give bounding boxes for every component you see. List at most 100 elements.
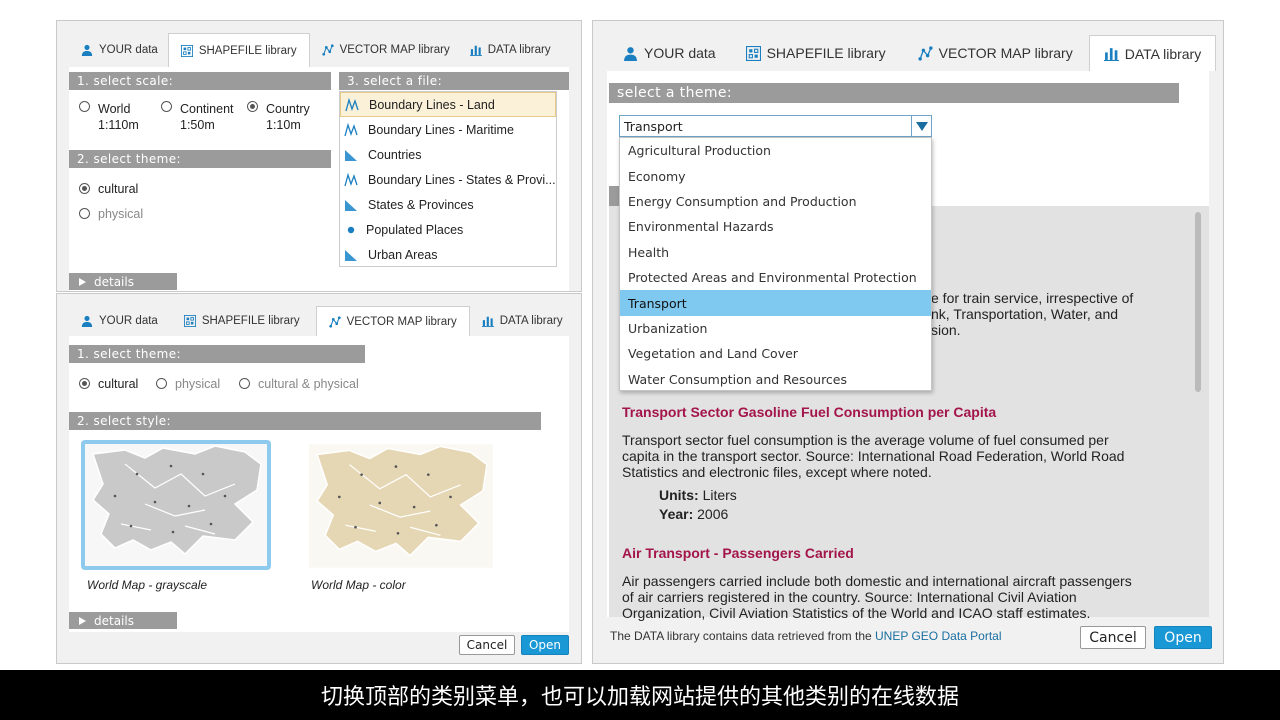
data-icon bbox=[1104, 46, 1119, 61]
unep-geo-link[interactable]: UNEP GEO Data Portal bbox=[875, 629, 1002, 643]
tab-shapefile-library[interactable]: SHAPEFILE library bbox=[168, 306, 316, 336]
dropdown-option[interactable]: Energy Consumption and Production bbox=[620, 189, 931, 214]
line-icon bbox=[344, 173, 358, 187]
file-item[interactable]: Boundary Lines - States & Provi... bbox=[340, 167, 556, 192]
tab-data-library[interactable]: DATA library bbox=[462, 33, 559, 67]
grayscale-map-caption: World Map - grayscale bbox=[87, 578, 208, 592]
tab-data-library[interactable]: DATA library bbox=[1088, 35, 1217, 71]
dropdown-option[interactable]: Agricultural Production bbox=[620, 138, 931, 163]
scale-country-radio[interactable] bbox=[247, 101, 258, 112]
item-title: Transport Sector Gasoline Fuel Consumpti… bbox=[622, 404, 997, 420]
theme-dropdown-list: Agricultural Production Economy Energy C… bbox=[619, 137, 932, 391]
data-library-panel: YOUR data SHAPEFILE library VECTOR MAP l… bbox=[592, 20, 1224, 664]
screen: YOUR data SHAPEFILE library VECTOR MAP l… bbox=[0, 0, 1280, 720]
item-units: Units: Liters bbox=[659, 487, 737, 503]
shapefile-icon bbox=[181, 45, 193, 57]
theme-header: 2. select theme: bbox=[69, 150, 331, 168]
file-item[interactable]: Boundary Lines - Maritime bbox=[340, 117, 556, 142]
file-header: 3. select a file: bbox=[339, 72, 569, 90]
dropdown-option[interactable]: Urbanization bbox=[620, 316, 931, 341]
theme-physical-option[interactable]: physical bbox=[79, 206, 143, 222]
polygon-icon bbox=[344, 198, 358, 212]
user-icon bbox=[81, 44, 93, 56]
tab-your-data[interactable]: YOUR data bbox=[619, 35, 730, 71]
theme-dropdown[interactable]: Transport bbox=[619, 115, 932, 137]
dropdown-option[interactable]: Health bbox=[620, 240, 931, 265]
shapefile-icon bbox=[746, 46, 761, 61]
tab-your-data[interactable]: YOUR data bbox=[77, 306, 168, 336]
vector-theme-cultural-radio[interactable] bbox=[79, 378, 90, 389]
dropdown-option[interactable]: Water Consumption and Resources bbox=[620, 367, 931, 392]
vector-icon bbox=[918, 46, 933, 61]
scrollbar[interactable] bbox=[1195, 212, 1201, 392]
details-toggle[interactable]: details bbox=[69, 612, 177, 629]
video-subtitle: 切换顶部的类别菜单，也可以加载网站提供的其他类别的在线数据 bbox=[0, 670, 1280, 720]
vector-theme-physical-option[interactable]: physical bbox=[156, 376, 220, 392]
file-item[interactable]: Urban Areas bbox=[340, 242, 556, 267]
point-icon bbox=[346, 225, 356, 235]
color-map-caption: World Map - color bbox=[311, 578, 406, 592]
theme-cultural-radio[interactable] bbox=[79, 183, 90, 194]
line-icon bbox=[345, 98, 359, 112]
color-map-image bbox=[309, 444, 493, 568]
tab-your-data[interactable]: YOUR data bbox=[77, 33, 168, 67]
dropdown-option[interactable]: Protected Areas and Environmental Protec… bbox=[620, 265, 931, 290]
vector-icon bbox=[322, 44, 334, 56]
dropdown-option[interactable]: Economy bbox=[620, 163, 931, 188]
shapefile-icon bbox=[184, 315, 196, 327]
user-icon bbox=[81, 315, 93, 327]
theme-cultural-option[interactable]: cultural bbox=[79, 181, 138, 197]
expand-triangle-icon bbox=[79, 616, 86, 625]
dropdown-option-selected[interactable]: Transport bbox=[620, 290, 931, 316]
user-icon bbox=[623, 46, 638, 61]
color-map-thumbnail[interactable] bbox=[309, 444, 493, 568]
grayscale-map-thumbnail[interactable] bbox=[81, 440, 271, 570]
partial-description: e for train service, irrespective of nk,… bbox=[931, 290, 1134, 338]
scale-world-option[interactable]: World 1:110m bbox=[79, 101, 139, 133]
data-icon bbox=[470, 44, 482, 56]
tab-shapefile-library[interactable]: SHAPEFILE library bbox=[167, 33, 310, 67]
scale-continent-radio[interactable] bbox=[161, 101, 172, 112]
data-icon bbox=[482, 315, 494, 327]
open-button[interactable]: Open bbox=[1154, 626, 1212, 649]
tab-vector-map-library[interactable]: VECTOR MAP library bbox=[902, 35, 1089, 71]
tab-vector-map-library[interactable]: VECTOR MAP library bbox=[315, 306, 470, 336]
cancel-button[interactable]: Cancel bbox=[459, 635, 515, 655]
vector-panel: YOUR data SHAPEFILE library VECTOR MAP l… bbox=[56, 293, 582, 664]
dropdown-arrow-icon[interactable] bbox=[911, 116, 931, 136]
style-header: 2. select style: bbox=[69, 412, 541, 430]
scale-world-radio[interactable] bbox=[79, 101, 90, 112]
shapefile-content: 1. select scale: 3. select a file: World… bbox=[69, 67, 569, 291]
shapefile-panel: YOUR data SHAPEFILE library VECTOR MAP l… bbox=[56, 20, 582, 292]
vector-theme-both-radio[interactable] bbox=[239, 378, 250, 389]
vector-theme-cultural-option[interactable]: cultural bbox=[79, 376, 138, 392]
vector-icon bbox=[329, 316, 341, 328]
polygon-icon bbox=[344, 148, 358, 162]
cancel-button[interactable]: Cancel bbox=[1080, 626, 1146, 649]
expand-triangle-icon bbox=[79, 277, 86, 286]
file-item[interactable]: Countries bbox=[340, 142, 556, 167]
item-description: Transport sector fuel consumption is the… bbox=[622, 432, 1125, 480]
tab-shapefile-library[interactable]: SHAPEFILE library bbox=[730, 35, 902, 71]
vector-theme-physical-radio[interactable] bbox=[156, 378, 167, 389]
details-toggle[interactable]: details bbox=[69, 273, 177, 290]
file-item[interactable]: Populated Places bbox=[340, 217, 556, 242]
scale-country-option[interactable]: Country 1:10m bbox=[247, 101, 310, 133]
file-list: Boundary Lines - Land Boundary Lines - M… bbox=[339, 91, 557, 267]
data-theme-header: select a theme: bbox=[609, 83, 1179, 103]
vector-theme-both-option[interactable]: cultural & physical bbox=[239, 376, 359, 392]
line-icon bbox=[344, 123, 358, 137]
tab-vector-map-library[interactable]: VECTOR MAP library bbox=[310, 33, 462, 67]
file-item[interactable]: Boundary Lines - Land bbox=[340, 92, 556, 117]
open-button[interactable]: Open bbox=[521, 635, 569, 655]
polygon-icon bbox=[344, 248, 358, 262]
item-year: Year: 2006 bbox=[659, 506, 729, 522]
tab-data-library[interactable]: DATA library bbox=[470, 306, 575, 336]
grayscale-map-image bbox=[85, 444, 267, 566]
file-item[interactable]: States & Provinces bbox=[340, 192, 556, 217]
theme-physical-radio[interactable] bbox=[79, 208, 90, 219]
scale-continent-option[interactable]: Continent 1:50m bbox=[161, 101, 234, 133]
dropdown-option[interactable]: Vegetation and Land Cover bbox=[620, 341, 931, 366]
dropdown-option[interactable]: Environmental Hazards bbox=[620, 214, 931, 239]
vector-content: 1. select theme: cultural physical cultu… bbox=[69, 336, 569, 632]
